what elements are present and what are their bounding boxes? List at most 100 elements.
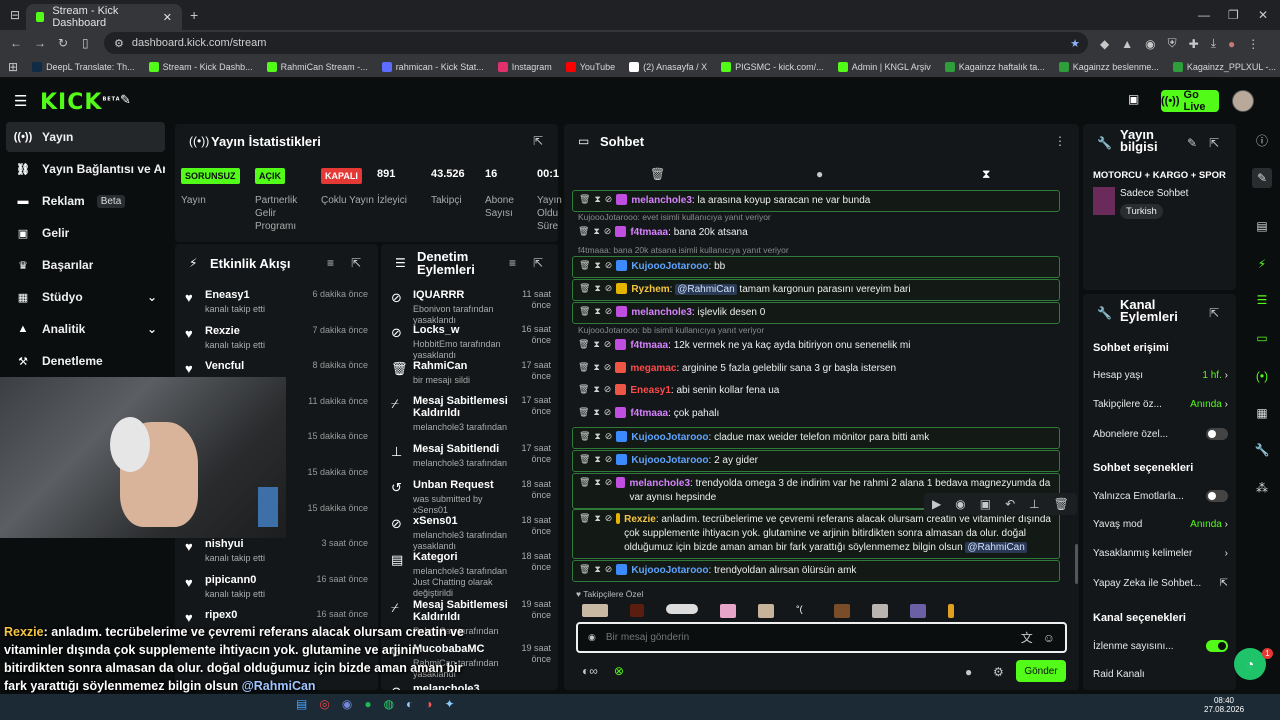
bookmark-item[interactable]: PIGSMC - kick.com/... — [721, 61, 824, 72]
followers-only-setting[interactable]: Takipçilere öz... Anında › — [1093, 399, 1228, 410]
filter-icon[interactable]: ≡ — [509, 256, 516, 270]
wrench-icon[interactable]: 🔧 — [1252, 440, 1272, 460]
chat-message[interactable]: 🗑 ⧗ ⊘ f4tmaaa: 12k vermek ne ya kaç ayda bi… — [572, 336, 1060, 356]
bookmark-item[interactable]: RahmiCan Stream -... — [266, 61, 368, 72]
mention[interactable]: @RahmiCan — [675, 284, 737, 295]
ban-icon[interactable]: ⊘ — [605, 477, 613, 488]
message-username[interactable]: Rexzie — [624, 514, 656, 525]
message-username[interactable]: Eneasy1 — [630, 385, 671, 396]
trash-icon[interactable]: 🗑 — [578, 339, 589, 350]
bookmark-item[interactable]: DeepL Translate: Th... — [32, 61, 135, 72]
trash-icon[interactable]: 🗑 — [579, 260, 590, 271]
message-username[interactable]: megamac — [630, 363, 676, 374]
trash-icon[interactable]: 🗑 — [650, 167, 665, 181]
apps-icon[interactable]: ⁂ — [1252, 478, 1272, 498]
app-icon[interactable]: ✦ — [445, 697, 455, 711]
subscribers-toggle[interactable] — [1206, 428, 1228, 440]
ban-icon[interactable]: ⊘ — [605, 513, 613, 524]
list-icon[interactable]: ☰ — [1252, 290, 1272, 310]
trash-icon[interactable]: 🗑 — [579, 477, 590, 488]
edit-icon[interactable]: ✎ — [1187, 136, 1197, 150]
close-window-icon[interactable]: ✕ — [1258, 8, 1268, 22]
back-icon[interactable]: ← — [10, 36, 22, 50]
browser-tab[interactable]: Stream - Kick Dashboard ✕ — [26, 4, 182, 30]
ban-icon[interactable]: ⊘ — [605, 194, 613, 205]
stats-icon[interactable]: ▦ — [1252, 403, 1272, 423]
maximize-icon[interactable]: ❐ — [1228, 8, 1239, 22]
emote-icon[interactable] — [582, 604, 608, 617]
extension-icon[interactable]: ◉ — [1145, 36, 1155, 51]
trash-icon[interactable]: 🗑 — [579, 306, 590, 317]
chat-mode-icon[interactable]: ◐∞ — [582, 664, 598, 678]
forward-icon[interactable]: → — [34, 36, 46, 50]
play-icon[interactable]: ▶ — [932, 497, 941, 511]
message-username[interactable]: f4tmaaa — [630, 340, 668, 351]
menu-icon[interactable]: ⋮ — [1247, 36, 1259, 51]
hourglass-icon[interactable]: ⧗ — [593, 407, 599, 418]
reload-icon[interactable]: ↻ — [58, 36, 68, 50]
mention[interactable]: @RahmiCan — [965, 542, 1027, 553]
whatsapp-icon[interactable]: ◍ — [384, 697, 394, 711]
broadcast-icon[interactable]: (•) — [1252, 366, 1272, 386]
emote-icon[interactable] — [872, 604, 888, 618]
emote-icon[interactable] — [948, 604, 954, 618]
ban-icon[interactable]: ⊘ — [604, 226, 612, 237]
message-username[interactable]: KujoooJotarooo — [631, 261, 708, 272]
reply-icon[interactable]: ◉ — [955, 497, 965, 511]
hourglass-icon[interactable]: ⧗ — [594, 260, 600, 271]
downloads-icon[interactable]: ⤓ — [1211, 36, 1216, 51]
hourglass-icon[interactable]: ⧗ — [593, 226, 599, 237]
chat-message[interactable]: 🗑 ⧗ ⊘ Rexzie: anladım. tecrübelerime ve çev… — [572, 509, 1060, 559]
copy-icon[interactable]: ▣ — [980, 497, 991, 511]
slow-mode-setting[interactable]: Yavaş mod Anında › — [1093, 519, 1228, 530]
avatar[interactable] — [1232, 90, 1254, 112]
ban-icon[interactable]: ⊘ — [604, 362, 612, 373]
hourglass-icon[interactable]: ⧗ — [982, 167, 990, 182]
hourglass-icon[interactable]: ⧗ — [594, 283, 600, 294]
sidebar-item-yayın[interactable]: ⛓ Yayın Bağlantısı ve Anahtarı — [6, 154, 165, 184]
bookmark-star-icon[interactable]: ★ — [1070, 37, 1080, 50]
ban-icon[interactable]: ⊘ — [605, 564, 613, 575]
activity-row[interactable]: ♥ nishyui kanalı takip etti 3 saat önce — [175, 535, 378, 570]
activity-row[interactable]: ♥ Rexzie kanalı takip etti 7 dakika önce — [175, 322, 378, 357]
banned-words-setting[interactable]: Yasaklanmış kelimeler › — [1093, 548, 1228, 559]
sidebar-item-gelir[interactable]: ▣ Gelir — [6, 218, 165, 248]
send-button[interactable]: Gönder — [1016, 660, 1066, 682]
steam-icon[interactable]: ◐ — [406, 697, 413, 711]
message-username[interactable]: melanchole3 — [631, 307, 692, 318]
ban-icon[interactable]: ⊘ — [604, 407, 612, 418]
bookmark-item[interactable]: Kagainzz haftalık ta... — [944, 61, 1045, 72]
ai-chat-setting[interactable]: Yapay Zeka ile Sohbet... ⇱ — [1093, 578, 1228, 589]
trash-icon[interactable]: 🗑 — [579, 431, 590, 442]
settings-gear-icon[interactable]: ⚙ — [993, 665, 1004, 679]
ban-icon[interactable]: ⊘ — [605, 283, 613, 294]
chat-message[interactable]: 🗑 ⧗ ⊘ f4tmaaa: bana 20k atsana — [572, 223, 1060, 243]
chat-bubble-icon[interactable]: ● — [965, 665, 972, 679]
emote-icon[interactable] — [666, 604, 698, 614]
hourglass-icon[interactable]: ⧗ — [594, 564, 600, 575]
bookmark-item[interactable]: Kagainzz beslenme... — [1058, 61, 1159, 72]
sidebar-item-başarılar[interactable]: ♛ Başarılar — [6, 250, 165, 280]
hourglass-icon[interactable]: ⧗ — [594, 454, 600, 465]
puzzle-icon[interactable]: ✚ — [1189, 36, 1199, 51]
emote-icon[interactable] — [834, 604, 850, 618]
spotify-icon[interactable]: ● — [364, 697, 371, 711]
address-bar[interactable]: ⚙ dashboard.kick.com/stream ★ — [104, 32, 1088, 54]
popout-icon[interactable]: ⇱ — [533, 256, 543, 270]
tab-list-icon[interactable]: ⊟ — [10, 8, 20, 22]
popout-icon[interactable]: ⇱ — [1209, 306, 1219, 320]
chat-input[interactable] — [605, 632, 1011, 643]
hourglass-icon[interactable]: ⧗ — [594, 194, 600, 205]
undo-icon[interactable]: ↶ — [1005, 497, 1015, 511]
file-explorer-icon[interactable]: ▤ — [296, 697, 307, 711]
message-username[interactable]: KujoooJotarooo — [631, 432, 708, 443]
hourglass-icon[interactable]: ⧗ — [594, 477, 600, 488]
emote-icon[interactable] — [720, 604, 736, 618]
chat-bubble-icon[interactable]: ● — [816, 167, 823, 181]
trash-icon[interactable]: 🗑 — [578, 407, 589, 418]
chat-scrollbar[interactable] — [1075, 544, 1078, 584]
more-options-icon[interactable]: ⋮ — [1054, 134, 1066, 148]
go-live-button[interactable]: ((•)) Go Live — [1161, 89, 1219, 113]
sidebar-item-stüdyo[interactable]: ▦ Stüdyo ⌄ — [6, 282, 165, 312]
trash-icon[interactable]: 🗑 — [579, 564, 590, 575]
